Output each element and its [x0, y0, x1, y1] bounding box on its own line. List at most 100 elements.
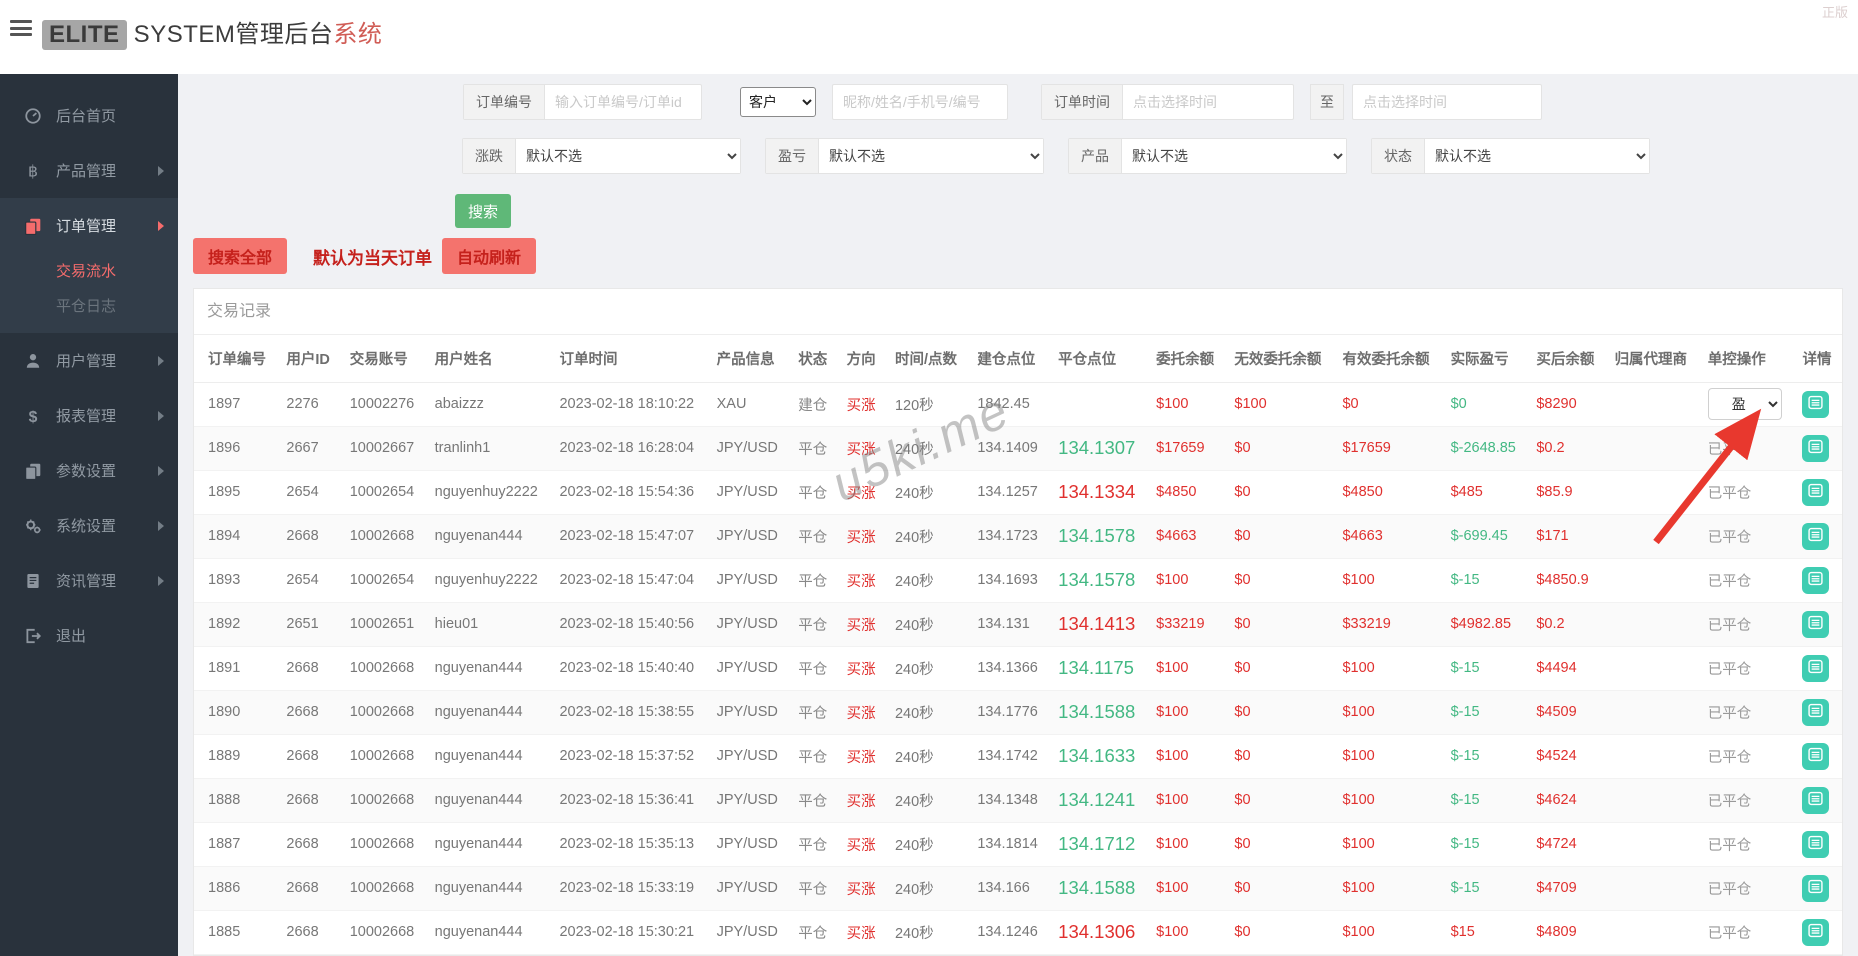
detail-button[interactable] [1802, 522, 1830, 550]
product-select[interactable]: 默认不选 [1122, 139, 1346, 173]
hamburger-menu-icon[interactable] [10, 20, 32, 36]
chevron-right-icon [158, 165, 164, 176]
cell-entrust-balance: $4663 [1147, 514, 1226, 559]
search-all-button[interactable]: 搜索全部 [193, 238, 288, 274]
cell-actual-profit: $-15 [1441, 646, 1528, 691]
cell-user-name: nguyenan444 [425, 690, 551, 735]
sidebar-item-orders[interactable]: 订单管理 [0, 198, 178, 253]
cell-detail [1793, 690, 1842, 735]
sidebar-item-system[interactable]: 系统设置 [0, 498, 178, 553]
cell-actual-profit: $-15 [1441, 866, 1528, 911]
cell-valid-entrust: $33219 [1333, 602, 1442, 647]
cell-detail [1793, 514, 1842, 559]
sidebar-item-dashboard[interactable]: 后台首页 [0, 88, 178, 143]
customer-type-select[interactable]: 客户 [740, 87, 816, 117]
cell-user-id: 2668 [277, 866, 341, 911]
auto-refresh-button[interactable]: 自动刷新 [442, 238, 537, 274]
table-row: 1890 2668 10002668 nguyenan444 2023-02-18 15… [194, 690, 1842, 735]
cell-product-info: JPY/USD [707, 602, 790, 647]
sidebar-item-reports[interactable]: $ 报表管理 [0, 388, 178, 443]
cell-order-time: 2023-02-18 15:54:36 [550, 470, 708, 515]
column-header-10: 平仓点位 [1049, 335, 1148, 383]
table-body: 1897 2276 10002276 abaizzz 2023-02-18 18:10:… [194, 382, 1842, 955]
detail-button[interactable] [1802, 610, 1830, 638]
cell-after-balance: $171 [1527, 514, 1606, 559]
detail-button[interactable] [1802, 390, 1830, 418]
updown-select[interactable]: 默认不选 [516, 139, 740, 173]
profitloss-select[interactable]: 默认不选 [819, 139, 1043, 173]
time-from-input[interactable] [1123, 85, 1293, 119]
detail-button[interactable] [1802, 478, 1830, 506]
nickname-input[interactable] [832, 84, 1008, 120]
params-icon [24, 462, 42, 480]
detail-button[interactable] [1802, 786, 1830, 814]
close-price-value: 134.1334 [1058, 481, 1136, 502]
cell-after-balance: $4494 [1527, 646, 1606, 691]
cell-product-info: JPY/USD [707, 822, 790, 867]
cell-duration: 240秒 [885, 646, 969, 691]
cell-user-name: nguyenhuy2222 [425, 558, 551, 603]
cell-order-no: 1895 [194, 470, 278, 515]
cell-duration: 240秒 [885, 602, 969, 647]
detail-button[interactable] [1802, 654, 1830, 682]
sidebar-item-users[interactable]: 用户管理 [0, 333, 178, 388]
cell-entrust-balance: $100 [1147, 690, 1226, 735]
detail-button[interactable] [1802, 830, 1830, 858]
cell-control: 已平仓 [1698, 470, 1794, 515]
table-row: 1896 2667 10002667 tranlinh1 2023-02-18 16:2… [194, 426, 1842, 471]
sidebar-item-logout[interactable]: 退出 [0, 608, 178, 663]
filter-row-1: 订单编号 客户 订单时间 至 [463, 84, 1542, 120]
sidebar-item-params[interactable]: 参数设置 [0, 443, 178, 498]
cell-user-id: 2667 [277, 426, 341, 471]
cell-actual-profit: $485 [1441, 470, 1528, 515]
cell-actual-profit: $0 [1441, 382, 1528, 427]
sidebar-item-label: 退出 [56, 628, 87, 645]
detail-button[interactable] [1802, 434, 1830, 462]
sidebar-subitem-trade-flow[interactable]: 交易流水 [0, 253, 178, 288]
single-control-select[interactable]: 盈 [1707, 388, 1782, 420]
cell-close-price: 134.1334 [1049, 470, 1148, 515]
list-icon [1808, 835, 1824, 853]
status-select[interactable]: 默认不选 [1425, 139, 1649, 173]
to-label: 至 [1310, 84, 1344, 120]
product-label: 产品 [1069, 139, 1122, 173]
sidebar-item-news[interactable]: 资讯管理 [0, 553, 178, 608]
sidebar-subitem-close-log[interactable]: 平仓日志 [0, 288, 178, 323]
control-status-text: 已平仓 [1707, 837, 1752, 854]
cell-agent [1605, 470, 1699, 515]
chevron-right-icon [158, 575, 164, 586]
cell-direction: 买涨 [837, 778, 886, 823]
detail-button[interactable] [1802, 742, 1830, 770]
search-button[interactable]: 搜索 [455, 194, 511, 228]
cell-valid-entrust: $100 [1333, 910, 1442, 955]
detail-button[interactable] [1802, 918, 1830, 946]
cell-invalid-entrust: $0 [1225, 910, 1334, 955]
cell-invalid-entrust: $0 [1225, 470, 1334, 515]
detail-button[interactable] [1802, 874, 1830, 902]
updown-filter: 涨跌 默认不选 [462, 138, 741, 174]
cell-status: 平仓 [789, 822, 838, 867]
cell-invalid-entrust: $0 [1225, 558, 1334, 603]
table-row: 1886 2668 10002668 nguyenan444 2023-02-18 15… [194, 866, 1842, 911]
control-status-text: 已平仓 [1707, 881, 1752, 898]
cell-order-no: 1890 [194, 690, 278, 735]
sidebar-item-products[interactable]: ฿ 产品管理 [0, 143, 178, 198]
cell-control: 盈 [1698, 382, 1794, 427]
trade-records-panel: 交易记录 订单编号 用户ID 交易账号 用户姓名 订单时间 产品信息 状态 方向 时间/点数 建仓… [193, 288, 1843, 956]
cell-agent [1605, 910, 1699, 955]
detail-button[interactable] [1802, 566, 1830, 594]
cell-user-id: 2668 [277, 910, 341, 955]
detail-button[interactable] [1802, 698, 1830, 726]
cell-order-time: 2023-02-18 18:10:22 [550, 382, 708, 427]
profitloss-label: 盈亏 [766, 139, 819, 173]
cell-valid-entrust: $4663 [1333, 514, 1442, 559]
cell-close-price: 134.1175 [1049, 646, 1148, 691]
panel-title: 交易记录 [194, 289, 1842, 335]
cell-trade-account: 10002668 [340, 690, 426, 735]
sidebar-group-orders: 订单管理 交易流水 平仓日志 [0, 198, 178, 333]
main-content: 订单编号 客户 订单时间 至 涨跌 默认不选 盈亏 默认不选 产品 默认不选 状… [178, 74, 1858, 956]
order-no-input[interactable] [545, 85, 701, 119]
cell-status: 平仓 [789, 690, 838, 735]
time-to-input[interactable] [1352, 84, 1542, 120]
cell-after-balance: $4509 [1527, 690, 1606, 735]
